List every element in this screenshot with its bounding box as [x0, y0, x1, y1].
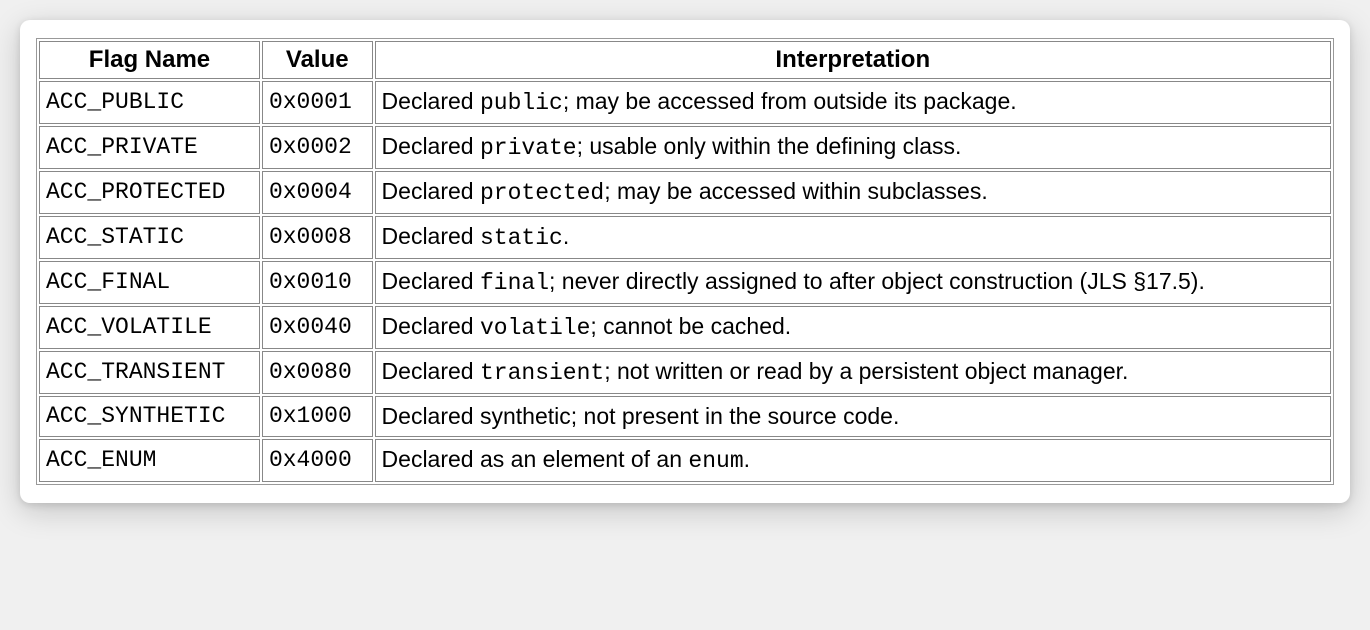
flag-name-cell: ACC_PUBLIC — [39, 81, 260, 124]
interpretation-cell: Declared private; usable only within the… — [375, 126, 1331, 169]
table-card: Flag Name Value Interpretation ACC_PUBLI… — [20, 20, 1350, 503]
interp-code: final — [480, 270, 549, 296]
interpretation-cell: Declared synthetic; not present in the s… — [375, 396, 1331, 437]
interpretation-cell: Declared protected; may be accessed with… — [375, 171, 1331, 214]
header-flag-name: Flag Name — [39, 41, 260, 79]
interp-code: public — [480, 90, 563, 116]
table-row: ACC_STATIC0x0008Declared static. — [39, 216, 1331, 259]
interp-lead: Declared — [382, 358, 480, 384]
interp-lead: Declared — [382, 313, 480, 339]
table-head: Flag Name Value Interpretation — [39, 41, 1331, 79]
table-row: ACC_PROTECTED0x0004Declared protected; m… — [39, 171, 1331, 214]
value-cell: 0x0010 — [262, 261, 373, 304]
interp-tail: . — [744, 446, 750, 472]
value-cell: 0x0002 — [262, 126, 373, 169]
table-row: ACC_TRANSIENT0x0080Declared transient; n… — [39, 351, 1331, 394]
table-row: ACC_PUBLIC0x0001Declared public; may be … — [39, 81, 1331, 124]
interp-code: static — [480, 225, 563, 251]
flag-name-cell: ACC_SYNTHETIC — [39, 396, 260, 437]
table-body: ACC_PUBLIC0x0001Declared public; may be … — [39, 81, 1331, 482]
interpretation-cell: Declared static. — [375, 216, 1331, 259]
table-row: ACC_VOLATILE0x0040Declared volatile; can… — [39, 306, 1331, 349]
value-cell: 0x4000 — [262, 439, 373, 482]
interp-tail: ; may be accessed from outside its packa… — [563, 88, 1017, 114]
interp-tail: ; never directly assigned to after objec… — [549, 268, 1205, 294]
interp-lead: Declared — [382, 133, 480, 159]
table-row: ACC_PRIVATE0x0002Declared private; usabl… — [39, 126, 1331, 169]
table-row: ACC_FINAL0x0010Declared final; never dir… — [39, 261, 1331, 304]
interp-lead: Declared — [382, 88, 480, 114]
interpretation-cell: Declared as an element of an enum. — [375, 439, 1331, 482]
value-cell: 0x1000 — [262, 396, 373, 437]
interpretation-cell: Declared transient; not written or read … — [375, 351, 1331, 394]
value-cell: 0x0004 — [262, 171, 373, 214]
header-interpretation: Interpretation — [375, 41, 1331, 79]
value-cell: 0x0001 — [262, 81, 373, 124]
interp-tail: ; usable only within the defining class. — [577, 133, 962, 159]
table-row: ACC_ENUM0x4000Declared as an element of … — [39, 439, 1331, 482]
interpretation-cell: Declared final; never directly assigned … — [375, 261, 1331, 304]
flag-name-cell: ACC_PRIVATE — [39, 126, 260, 169]
interp-code: enum — [688, 448, 743, 474]
interpretation-cell: Declared volatile; cannot be cached. — [375, 306, 1331, 349]
interp-lead: Declared synthetic; not present in the s… — [382, 403, 900, 429]
interp-tail: ; not written or read by a persistent ob… — [604, 358, 1128, 384]
interpretation-cell: Declared public; may be accessed from ou… — [375, 81, 1331, 124]
flag-name-cell: ACC_TRANSIENT — [39, 351, 260, 394]
interp-lead: Declared — [382, 223, 480, 249]
flag-name-cell: ACC_STATIC — [39, 216, 260, 259]
interp-lead: Declared — [382, 268, 480, 294]
interp-code: protected — [480, 180, 604, 206]
flag-name-cell: ACC_PROTECTED — [39, 171, 260, 214]
interp-lead: Declared as an element of an — [382, 446, 689, 472]
value-cell: 0x0080 — [262, 351, 373, 394]
access-flags-table: Flag Name Value Interpretation ACC_PUBLI… — [36, 38, 1334, 485]
flag-name-cell: ACC_ENUM — [39, 439, 260, 482]
interp-tail: ; cannot be cached. — [590, 313, 791, 339]
table-row: ACC_SYNTHETIC0x1000 Declared synthetic; n… — [39, 396, 1331, 437]
interp-lead: Declared — [382, 178, 480, 204]
interp-tail: . — [563, 223, 569, 249]
flag-name-cell: ACC_VOLATILE — [39, 306, 260, 349]
interp-tail: ; may be accessed within subclasses. — [604, 178, 988, 204]
interp-code: volatile — [480, 315, 590, 341]
header-row: Flag Name Value Interpretation — [39, 41, 1331, 79]
flag-name-cell: ACC_FINAL — [39, 261, 260, 304]
interp-code: private — [480, 135, 577, 161]
interp-code: transient — [480, 360, 604, 386]
value-cell: 0x0008 — [262, 216, 373, 259]
header-value: Value — [262, 41, 373, 79]
value-cell: 0x0040 — [262, 306, 373, 349]
